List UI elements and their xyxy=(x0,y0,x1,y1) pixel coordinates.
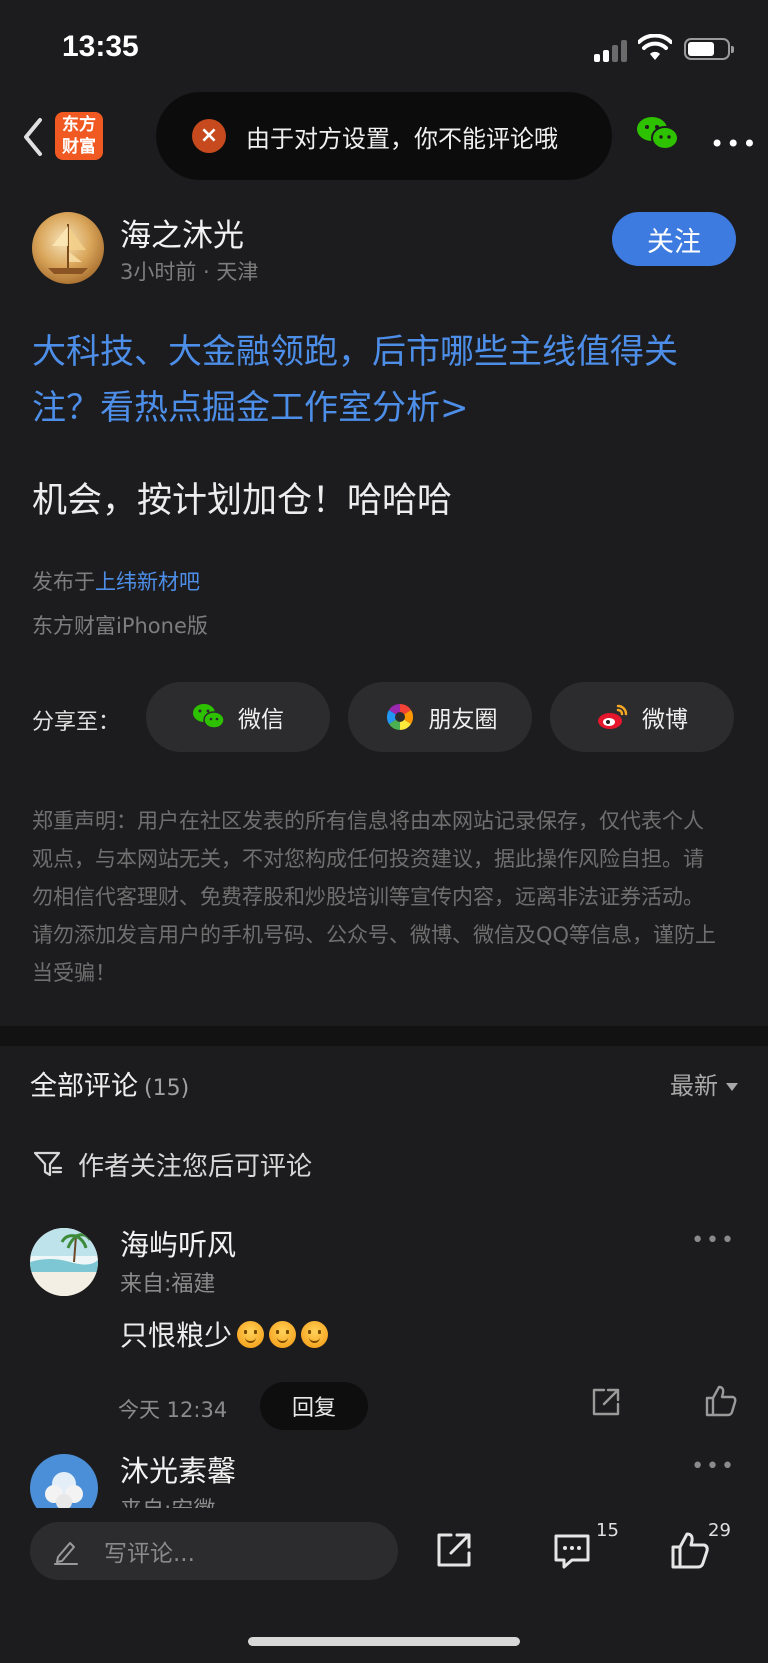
thumbs-up-icon[interactable] xyxy=(670,1530,710,1570)
toast-text: 由于对方设置，你不能评论哦 xyxy=(246,124,558,153)
comment-item: 沐光素馨 来自:安徽 ••• xyxy=(30,1448,738,1508)
post-meta: 3小时前 · 天津 xyxy=(120,260,259,284)
filter-icon xyxy=(33,1151,63,1177)
flower-image-icon xyxy=(30,1454,98,1508)
toast-message: × 由于对方设置，你不能评论哦 xyxy=(156,92,612,180)
comment-more-icon[interactable]: ••• xyxy=(691,1454,736,1479)
back-arrow-icon[interactable] xyxy=(18,112,48,162)
write-comment-input[interactable]: 写评论... xyxy=(30,1522,398,1580)
moments-icon xyxy=(386,703,413,731)
posted-in: 发布于上纬新材吧 xyxy=(32,570,200,594)
sailboat-image-icon xyxy=(48,224,88,274)
commenter-location: 来自:福建 xyxy=(120,1272,216,1297)
comment-restriction-note: 作者关注您后可评论 xyxy=(32,1144,312,1184)
share-label: 分享至： xyxy=(32,710,121,735)
comments-title: 全部评论 xyxy=(30,1071,138,1102)
comments-count: (15) xyxy=(144,1076,190,1101)
wechat-share-icon[interactable] xyxy=(636,114,680,154)
smile-emoji-icon xyxy=(301,1320,329,1348)
comments-header: 全部评论 (15) 最新 xyxy=(30,1064,738,1104)
wifi-icon xyxy=(638,34,672,60)
sort-dropdown[interactable]: 最新 xyxy=(670,1066,738,1101)
commenter-name[interactable]: 海屿听风 xyxy=(120,1222,236,1264)
status-time: 13:35 xyxy=(62,30,139,63)
top-nav: 东方 财富 × 由于对方设置，你不能评论哦 ••• xyxy=(0,92,768,182)
post-body: 机会，按计划加仓！哈哈哈 xyxy=(32,481,453,521)
commenter-avatar[interactable] xyxy=(30,1454,98,1508)
follow-button[interactable]: 关注 xyxy=(612,212,736,266)
share-weibo-button[interactable]: 微博 xyxy=(550,682,734,752)
smile-emoji-icon xyxy=(269,1320,297,1348)
section-divider xyxy=(0,1026,768,1046)
author-name[interactable]: 海之沐光 xyxy=(120,210,244,255)
battery-icon xyxy=(684,38,734,60)
home-indicator xyxy=(248,1637,520,1646)
smile-emoji-icon xyxy=(237,1320,265,1348)
share-icon[interactable] xyxy=(590,1386,622,1418)
wechat-icon xyxy=(193,704,225,729)
cellular-signal-icon xyxy=(594,38,630,62)
share-moments-button[interactable]: 朋友圈 xyxy=(348,682,532,752)
reply-button[interactable]: 回复 xyxy=(260,1382,368,1430)
more-options-icon[interactable]: ••• xyxy=(710,130,758,158)
pencil-icon xyxy=(54,1542,78,1565)
commenter-name[interactable]: 沐光素馨 xyxy=(120,1448,236,1490)
commenter-location: 来自:安徽 xyxy=(120,1492,215,1508)
status-bar: 13:35 xyxy=(0,0,768,92)
commenter-avatar[interactable] xyxy=(30,1228,98,1296)
thumbs-up-icon[interactable] xyxy=(704,1384,738,1418)
app-logo[interactable]: 东方 财富 xyxy=(55,112,103,160)
comment-more-icon[interactable]: ••• xyxy=(691,1228,736,1253)
share-wechat-button[interactable]: 微信 xyxy=(146,682,330,752)
comment-time: 今天 12:34 xyxy=(118,1398,228,1422)
comment-item: 海屿听风 来自:福建 ••• 只恨粮少 今天 12:34 回复 xyxy=(30,1222,738,1442)
chevron-down-icon xyxy=(726,1083,738,1091)
author-avatar[interactable] xyxy=(32,212,104,284)
author-row: 海之沐光 3小时前 · 天津 关注 xyxy=(32,210,736,290)
like-count-badge: 29 xyxy=(708,1520,731,1541)
error-icon: × xyxy=(192,119,226,153)
post-title-link[interactable]: 大科技、大金融领跑，后市哪些主线值得关注？看热点掘金工作室分析> xyxy=(32,324,732,436)
comment-text: 只恨粮少 xyxy=(120,1314,329,1354)
weibo-icon xyxy=(598,704,628,729)
comment-icon[interactable] xyxy=(552,1530,592,1570)
stock-bar-link[interactable]: 上纬新材吧 xyxy=(95,570,200,594)
disclaimer-text: 郑重声明：用户在社区发表的所有信息将由本网站记录保存，仅代表个人观点，与本网站无… xyxy=(32,809,717,985)
share-icon[interactable] xyxy=(434,1530,474,1570)
post-device: 东方财富iPhone版 xyxy=(32,614,208,638)
comment-count-badge: 15 xyxy=(596,1520,619,1541)
beach-image-icon xyxy=(30,1228,98,1296)
share-row: 分享至： 微信 朋友圈 微博 xyxy=(32,682,736,754)
